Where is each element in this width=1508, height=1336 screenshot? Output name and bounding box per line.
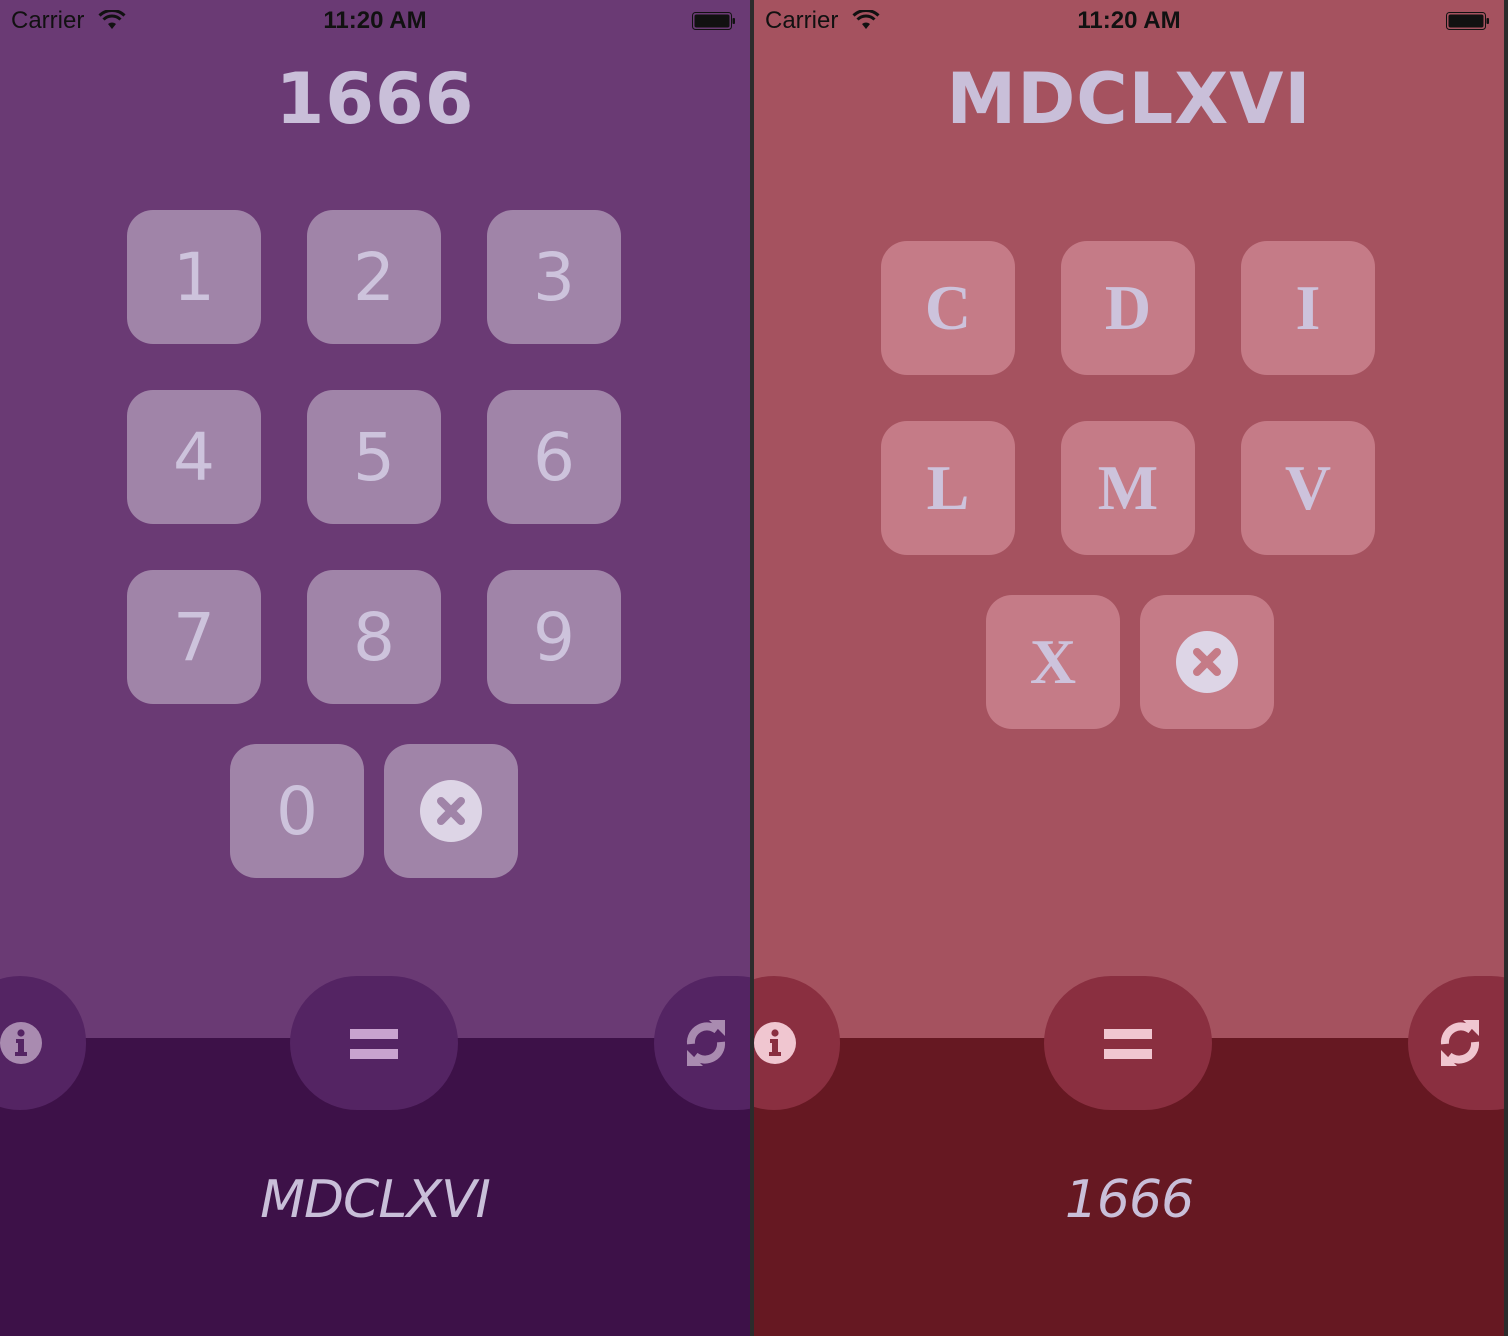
- screens-container: Carrier 11:20 AM 1666 1 2 3 4 5 6 7 8 9 …: [0, 0, 1508, 1336]
- refresh-icon: [686, 1020, 726, 1066]
- result-output: MDCLXVI: [260, 1170, 491, 1230]
- battery-icon: [1446, 12, 1489, 30]
- key-d[interactable]: D: [1061, 241, 1195, 375]
- equals-button[interactable]: [1044, 976, 1212, 1110]
- key-i[interactable]: I: [1241, 241, 1375, 375]
- key-5[interactable]: 5: [307, 390, 441, 524]
- key-4[interactable]: 4: [127, 390, 261, 524]
- input-display: MDCLXVI: [946, 58, 1312, 140]
- arabic-to-roman-screen: Carrier 11:20 AM 1666 1 2 3 4 5 6 7 8 9 …: [0, 0, 750, 1336]
- key-6[interactable]: 6: [487, 390, 621, 524]
- key-v[interactable]: V: [1241, 421, 1375, 555]
- key-2[interactable]: 2: [307, 210, 441, 344]
- key-x[interactable]: X: [986, 595, 1120, 729]
- equals-button[interactable]: [290, 976, 458, 1110]
- key-0[interactable]: 0: [230, 744, 364, 878]
- status-bar: Carrier 11:20 AM: [754, 0, 1504, 40]
- x-circle-icon: [420, 780, 482, 842]
- key-9[interactable]: 9: [487, 570, 621, 704]
- result-output: 1666: [1064, 1170, 1194, 1230]
- roman-to-arabic-screen: Carrier 11:20 AM MDCLXVI C D I L M V X 1…: [754, 0, 1504, 1336]
- status-time: 11:20 AM: [1077, 7, 1181, 34]
- key-c[interactable]: C: [881, 241, 1015, 375]
- equals-icon: [1104, 1029, 1152, 1059]
- equals-icon: [350, 1029, 398, 1059]
- delete-button[interactable]: [384, 744, 518, 878]
- x-circle-icon: [1176, 631, 1238, 693]
- battery-icon: [692, 12, 735, 30]
- key-7[interactable]: 7: [127, 570, 261, 704]
- status-bar: Carrier 11:20 AM: [0, 0, 750, 40]
- input-display: 1666: [275, 58, 475, 140]
- refresh-icon: [1440, 1020, 1480, 1066]
- key-l[interactable]: L: [881, 421, 1015, 555]
- key-1[interactable]: 1: [127, 210, 261, 344]
- status-time: 11:20 AM: [323, 7, 427, 34]
- key-m[interactable]: M: [1061, 421, 1195, 555]
- key-8[interactable]: 8: [307, 570, 441, 704]
- delete-button[interactable]: [1140, 595, 1274, 729]
- key-3[interactable]: 3: [487, 210, 621, 344]
- info-icon: [0, 1022, 42, 1064]
- info-icon: [754, 1022, 796, 1064]
